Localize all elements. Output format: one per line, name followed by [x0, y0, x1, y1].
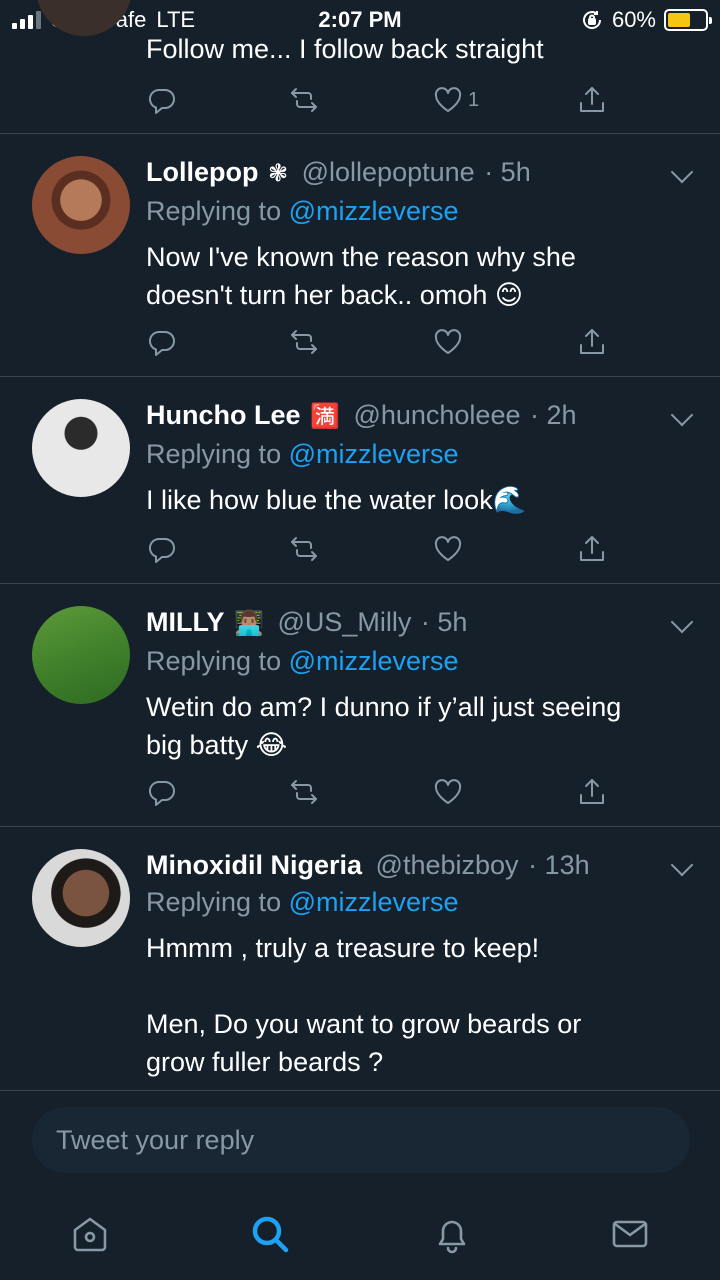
display-name[interactable]: MILLY: [146, 607, 225, 637]
reply-feed[interactable]: Follow me... I follow back straight 1 Lo…: [0, 0, 720, 1090]
replying-prefix: Replying to: [146, 646, 282, 676]
tweet-body: Lollepop ❃ @lollepoptune · 5h Replying t…: [146, 154, 690, 314]
retweet-button[interactable]: [288, 82, 320, 118]
avatar[interactable]: [32, 156, 130, 254]
tweet-text: Now I've known the reason why she doesn'…: [146, 242, 576, 310]
replying-prefix: Replying to: [146, 439, 282, 469]
name-emoji: 🈵: [310, 403, 340, 430]
tab-bar: [0, 1190, 720, 1280]
tweet-text: Wetin do am? I dunno if y’all just seein…: [146, 692, 622, 760]
tweet-actions: 1: [146, 82, 616, 118]
replying-to: Replying to @mizzleverse: [146, 642, 690, 680]
reply-icon: [148, 537, 175, 563]
tweet-actions: [146, 324, 616, 360]
mention-link[interactable]: @mizzleverse: [289, 646, 459, 676]
share-button[interactable]: [576, 774, 608, 810]
notifications-icon: [438, 1220, 466, 1254]
tweet-header: Lollepop ❃ @lollepoptune · 5h: [146, 154, 690, 192]
like-button[interactable]: [432, 774, 464, 810]
replying-to: Replying to @mizzleverse: [146, 435, 690, 473]
replying-to: Replying to @mizzleverse: [146, 883, 690, 921]
share-button[interactable]: [576, 531, 608, 567]
tab-messages[interactable]: [608, 1212, 652, 1256]
like-button[interactable]: [432, 531, 464, 567]
tab-search[interactable]: [248, 1212, 292, 1256]
like-button[interactable]: 1: [432, 82, 479, 118]
display-name[interactable]: Lollepop: [146, 157, 258, 187]
heart-icon: [434, 329, 462, 354]
tweet-header: Minoxidil Nigeria @thebizboy · 13h: [146, 847, 690, 883]
tab-notifications[interactable]: [430, 1212, 474, 1256]
like-count: 1: [468, 88, 480, 111]
reply-button[interactable]: [146, 774, 178, 810]
like-button[interactable]: [432, 324, 464, 360]
retweet-button[interactable]: [288, 324, 320, 360]
search-icon: [252, 1216, 289, 1253]
retweet-icon: [291, 780, 317, 804]
username[interactable]: @huncholeee: [353, 400, 520, 430]
timestamp: · 5h: [484, 157, 531, 187]
name-emoji: ❃: [268, 160, 289, 187]
reply-button[interactable]: [146, 324, 178, 360]
avatar[interactable]: [32, 849, 130, 947]
tweet[interactable]: Minoxidil Nigeria @thebizboy · 13h Reply…: [0, 827, 720, 1090]
messages-icon: [612, 1220, 648, 1248]
replying-prefix: Replying to: [146, 196, 282, 226]
reply-button[interactable]: [146, 531, 178, 567]
username[interactable]: @lollepoptune: [302, 157, 475, 187]
tweet-actions: [146, 774, 616, 810]
timestamp: · 13h: [528, 850, 590, 880]
tweet-text: Hmmm , truly a treasure to keep! Men, Do…: [146, 933, 582, 1077]
tweet-header: MILLY 👨🏽‍💻 @US_Milly · 5h: [146, 604, 690, 642]
avatar[interactable]: [32, 399, 130, 497]
retweet-button[interactable]: [288, 531, 320, 567]
share-icon: [580, 87, 604, 112]
replying-prefix: Replying to: [146, 887, 282, 917]
tweet-partial[interactable]: Follow me... I follow back straight 1: [0, 0, 720, 134]
share-icon: [580, 779, 604, 804]
avatar[interactable]: [32, 606, 130, 704]
tweet-body: Huncho Lee 🈵 @huncholeee · 2h Replying t…: [146, 397, 690, 519]
name-emoji: 👨🏽‍💻: [234, 610, 264, 637]
reply-button[interactable]: [146, 82, 178, 118]
display-name[interactable]: Huncho Lee: [146, 400, 301, 430]
timestamp: · 5h: [420, 607, 468, 637]
reply-icon: [148, 780, 175, 806]
share-button[interactable]: [576, 82, 608, 118]
username[interactable]: @thebizboy: [376, 850, 519, 880]
home-icon: [73, 1217, 107, 1252]
tweet[interactable]: MILLY 👨🏽‍💻 @US_Milly · 5h Replying to @m…: [0, 584, 720, 827]
reply-bar: [0, 1090, 720, 1190]
reply-icon: [148, 88, 175, 114]
retweet-icon: [291, 88, 317, 112]
tab-home[interactable]: [68, 1212, 112, 1256]
share-icon: [580, 329, 604, 354]
share-button[interactable]: [576, 324, 608, 360]
tweet[interactable]: Lollepop ❃ @lollepoptune · 5h Replying t…: [0, 134, 720, 377]
tweet-body: MILLY 👨🏽‍💻 @US_Milly · 5h Replying to @m…: [146, 604, 690, 764]
username[interactable]: @US_Milly: [277, 607, 411, 637]
retweet-icon: [291, 537, 317, 561]
tweet-actions: [146, 531, 616, 567]
heart-icon: [434, 536, 462, 561]
retweet-button[interactable]: [288, 774, 320, 810]
heart-icon: [434, 779, 462, 804]
tweet-body: Minoxidil Nigeria @thebizboy · 13h Reply…: [146, 847, 690, 1081]
avatar[interactable]: [36, 0, 132, 36]
display-name[interactable]: Minoxidil Nigeria: [146, 850, 362, 880]
share-icon: [580, 536, 604, 561]
retweet-icon: [291, 330, 317, 354]
tweet-header: Huncho Lee 🈵 @huncholeee · 2h: [146, 397, 690, 435]
reply-icon: [148, 330, 175, 356]
tweet-text: Follow me... I follow back straight: [146, 34, 544, 64]
tweet-text: I like how blue the water look🌊: [146, 485, 527, 515]
timestamp: · 2h: [530, 400, 577, 430]
heart-icon: [434, 87, 462, 112]
mention-link[interactable]: @mizzleverse: [289, 196, 459, 226]
mention-link[interactable]: @mizzleverse: [289, 887, 459, 917]
reply-input[interactable]: [32, 1107, 690, 1173]
tweet[interactable]: Huncho Lee 🈵 @huncholeee · 2h Replying t…: [0, 377, 720, 584]
replying-to: Replying to @mizzleverse: [146, 192, 690, 230]
mention-link[interactable]: @mizzleverse: [289, 439, 459, 469]
